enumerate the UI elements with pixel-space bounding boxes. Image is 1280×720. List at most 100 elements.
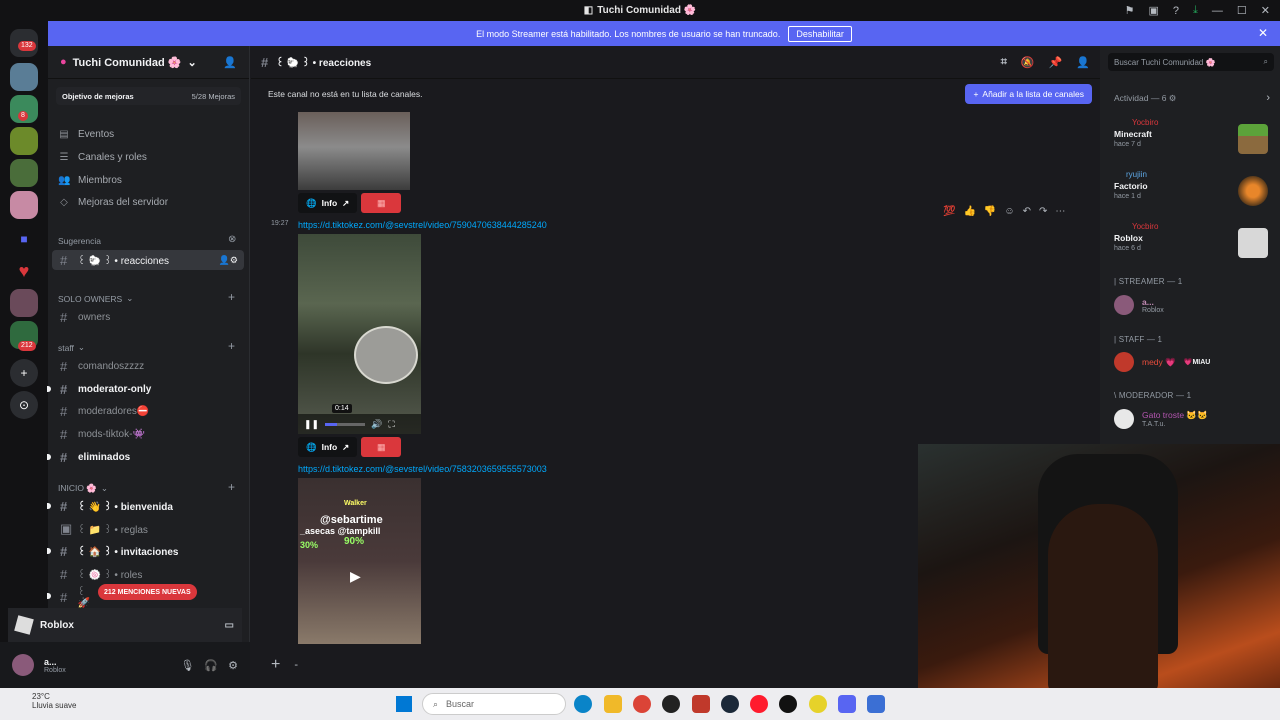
taskbar-search[interactable]: ⌕ Buscar — [422, 693, 566, 715]
minimize-button[interactable]: — — [1212, 5, 1223, 17]
close-button[interactable]: ✕ — [1261, 4, 1270, 17]
category-staff[interactable]: staff ⌄ — [58, 342, 85, 353]
add-member-icon[interactable]: 👤 — [223, 56, 237, 69]
channel-partial[interactable]: # ꒰ 🚀 — [52, 587, 100, 609]
tiktok-button[interactable]: ▦ — [361, 193, 402, 213]
settings-icon[interactable]: 👤⚙ — [219, 255, 238, 266]
add-reaction-icon[interactable]: ☺ — [1004, 206, 1014, 217]
download-icon[interactable]: ⤓ — [1193, 4, 1198, 17]
category-suggestion[interactable]: Sugerencia — [58, 236, 101, 246]
reply-icon[interactable]: ↶ — [1023, 206, 1031, 217]
add-to-channel-list-button[interactable]: + Añadir a la lista de canales — [965, 84, 1092, 104]
activity-card[interactable]: Yocbiro Roblox hace 6 d — [1114, 222, 1274, 266]
pause-icon[interactable]: ❚❚ — [304, 419, 319, 430]
category-solo-owners[interactable]: SOLO OWNERS ⌄ — [58, 293, 133, 304]
message-link[interactable]: https://d.tiktokez.com/@sevstrel/video/7… — [298, 220, 547, 230]
chrome-icon[interactable] — [633, 695, 651, 713]
members-icon[interactable]: 👤 — [1076, 56, 1090, 69]
server-icon[interactable] — [10, 63, 38, 91]
opera-icon[interactable] — [750, 695, 768, 713]
activity-card[interactable]: Yocbiro Minecraft hace 7 d — [1114, 118, 1274, 162]
stream-icon[interactable]: ▭ — [225, 620, 234, 631]
add-channel-icon[interactable]: + — [228, 339, 235, 353]
weather-widget[interactable]: 23°C Lluvia suave — [18, 692, 76, 710]
play-icon[interactable]: ▶ — [350, 568, 361, 585]
fullscreen-icon[interactable]: ⛶ — [388, 419, 394, 430]
channel-invitaciones[interactable]: # ꒰ 🏠 ꒱ • invitaciones — [52, 541, 244, 561]
maximize-button[interactable]: ☐ — [1237, 4, 1247, 17]
info-button[interactable]: 🌐 Info ↗ — [298, 437, 358, 457]
video-player[interactable]: 0:14 ❚❚ 🔊 ⛶ — [298, 234, 421, 434]
nav-channels-roles[interactable]: ☰ Canales y roles — [58, 147, 147, 167]
channel-mods-tiktok[interactable]: # mods-tiktok-👾 — [52, 424, 244, 444]
microphone-icon[interactable]: 🎙 — [180, 659, 194, 672]
activity-card[interactable]: ryujiin Factorio hace 1 d — [1114, 170, 1274, 214]
screen-icon[interactable]: ▣ — [1149, 4, 1159, 17]
server-icon[interactable] — [10, 127, 38, 155]
help-icon[interactable]: ? — [1173, 5, 1179, 17]
app-icon[interactable] — [867, 695, 885, 713]
folder-icon[interactable]: ■ — [10, 225, 38, 253]
add-server-icon[interactable]: + — [10, 359, 38, 387]
add-channel-icon[interactable]: + — [228, 290, 235, 304]
channel-reacciones[interactable]: # ꒰ 🐑 ꒱ • reacciones 👤⚙ — [52, 250, 244, 270]
app-icon[interactable] — [809, 695, 827, 713]
app-icon[interactable] — [662, 695, 680, 713]
threads-icon[interactable]: ⌗ — [1001, 56, 1007, 69]
channel-moderadores[interactable]: # moderadores⛔ — [52, 401, 244, 421]
video-thumbnail[interactable]: Walker @sebartime _asecas @tampkill 90% … — [298, 478, 421, 644]
avatar[interactable] — [12, 654, 34, 676]
dismiss-icon[interactable]: ⊗ — [228, 234, 236, 245]
add-channel-icon[interactable]: + — [228, 480, 235, 494]
channel-owners[interactable]: # owners — [52, 307, 244, 327]
video-thumbnail[interactable] — [298, 112, 410, 190]
category-inicio[interactable]: INICIO 🌸 ⌄ — [58, 483, 108, 494]
search-input[interactable]: Buscar Tuchi Comunidad 🌸 ⌕ — [1108, 53, 1274, 71]
forward-icon[interactable]: ↷ — [1039, 206, 1047, 217]
start-icon[interactable] — [396, 696, 412, 712]
add-attachment-icon[interactable]: + — [271, 656, 280, 674]
volume-icon[interactable]: 🔊 — [371, 419, 382, 430]
server-icon[interactable] — [10, 159, 38, 187]
app-icon[interactable] — [692, 695, 710, 713]
disable-streamer-button[interactable]: Deshabilitar — [788, 25, 852, 42]
member-item[interactable]: medy 💗 💗MIAU — [1114, 350, 1274, 374]
tiktok-button[interactable]: ▦ — [361, 437, 402, 457]
message-composer[interactable]: + - — [259, 648, 919, 682]
discord-icon[interactable] — [838, 695, 856, 713]
channel-reglas[interactable]: ▣ ꒰ 📁 ꒱ • reglas — [52, 519, 244, 539]
pin-icon[interactable]: 📌 — [1049, 56, 1063, 69]
composer-input[interactable]: - — [294, 659, 298, 671]
boost-goal[interactable]: Objetivo de mejoras 5/28 Mejoras — [56, 87, 241, 105]
channel-roles[interactable]: # ꒰ 🍥 ꒱ • roles — [52, 564, 244, 584]
new-mentions-pill[interactable]: 212 MENCIONES NUEVAS — [98, 584, 197, 600]
server-icon[interactable] — [10, 289, 38, 317]
now-playing-panel[interactable]: Roblox ▭ — [8, 608, 242, 642]
close-icon[interactable]: ✕ — [1258, 26, 1268, 40]
member-item[interactable]: a... Roblox — [1114, 293, 1274, 317]
mute-icon[interactable]: 🔕 — [1021, 56, 1035, 69]
server-icon[interactable] — [10, 191, 38, 219]
app-icon[interactable] — [779, 695, 797, 713]
thumbs-up-icon[interactable]: 👍 — [963, 206, 975, 217]
chevron-right-icon[interactable]: › — [1266, 92, 1270, 104]
nav-events[interactable]: ▤ Eventos — [58, 124, 114, 144]
inbox-icon[interactable]: ⚑ — [1125, 4, 1135, 17]
reaction-icon[interactable]: 💯 — [943, 206, 955, 217]
headphones-icon[interactable]: 🎧 — [204, 659, 218, 672]
info-button[interactable]: 🌐 Info ↗ — [298, 193, 358, 213]
settings-icon[interactable]: ⚙ — [228, 659, 238, 672]
explorer-icon[interactable] — [604, 695, 622, 713]
nav-boosts[interactable]: ◇ Mejoras del servidor — [58, 192, 168, 212]
channel-eliminados[interactable]: # eliminados — [52, 447, 244, 467]
message-link[interactable]: https://d.tiktokez.com/@sevstrel/video/7… — [298, 464, 547, 474]
thumbs-down-icon[interactable]: 👎 — [984, 206, 996, 217]
channel-bienvenida[interactable]: # ꒰ 👋 ꒱ • bienvenida — [52, 496, 244, 516]
channel-comandos[interactable]: # comandoszzzz — [52, 356, 244, 376]
server-header[interactable]: ● Tuchi Comunidad 🌸 ⌄ 👤 — [48, 46, 249, 79]
nav-members[interactable]: 👥 Miembros — [58, 170, 122, 190]
progress-bar[interactable] — [325, 422, 366, 426]
more-icon[interactable]: ⋯ — [1055, 206, 1065, 217]
discover-icon[interactable]: ⊙ — [10, 391, 38, 419]
channel-moderator-only[interactable]: # moderator-only — [52, 379, 244, 399]
